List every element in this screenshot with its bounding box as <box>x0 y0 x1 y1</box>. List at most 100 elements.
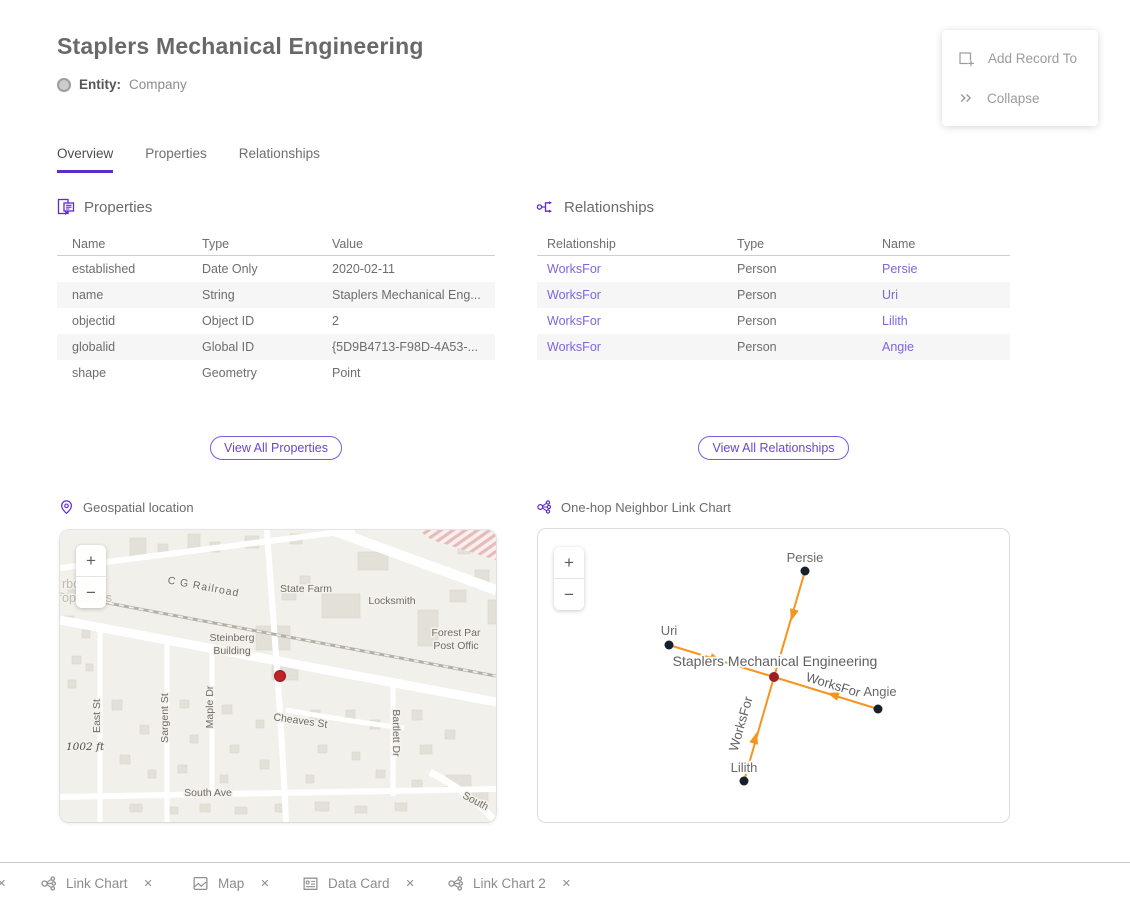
link-chart-icon <box>40 875 57 892</box>
relationship-link[interactable]: WorksFor <box>547 262 737 276</box>
data-card-page: Staplers Mechanical Engineering Entity: … <box>0 0 1130 903</box>
center-node-label: Staplers Mechanical Engineering <box>673 653 878 669</box>
cell-value: 2020-02-11 <box>332 262 495 276</box>
bottom-tab-label: Link Chart 2 <box>473 876 546 891</box>
map-pin-icon <box>59 499 74 515</box>
table-row: globalid Global ID {5D9B4713-F98D-4A53-.… <box>57 334 495 360</box>
bottom-tab-bar: ✕ Link Chart ✕ Map ✕ <box>0 862 1130 903</box>
cell-name: established <box>72 262 202 276</box>
cell-type: Person <box>737 288 882 302</box>
node-persie[interactable] <box>801 567 810 576</box>
close-icon[interactable]: ✕ <box>144 877 153 890</box>
link-chart-icon <box>536 499 552 515</box>
menu-item-add-record-to[interactable]: Add Record To <box>942 38 1098 78</box>
close-icon[interactable]: ✕ <box>562 877 571 890</box>
close-icon[interactable]: ✕ <box>406 877 415 890</box>
relationship-link[interactable]: WorksFor <box>547 288 737 302</box>
geospatial-section-header: Geospatial location <box>59 499 194 515</box>
map-label: Locksmith <box>368 595 415 607</box>
link-chart-canvas[interactable]: WorksFor WorksFor Persie Uri Angie Lilit… <box>537 528 1010 823</box>
tab-overview[interactable]: Overview <box>57 146 113 173</box>
entity-link[interactable]: Uri <box>882 288 1010 302</box>
node-angie[interactable] <box>874 705 883 714</box>
tab-relationships[interactable]: Relationships <box>239 146 320 173</box>
entity-value: Company <box>129 77 187 92</box>
view-all-relationships-button[interactable]: View All Relationships <box>698 436 848 460</box>
entity-label: Entity: <box>79 77 121 92</box>
col-header: Name <box>882 237 1010 251</box>
node-label: Persie <box>787 550 824 565</box>
table-row: WorksFor Person Persie <box>537 256 1010 282</box>
cell-name: name <box>72 288 202 302</box>
menu-item-collapse[interactable]: Collapse <box>942 78 1098 118</box>
entity-link[interactable]: Lilith <box>882 314 1010 328</box>
context-menu: Add Record To Collapse <box>942 30 1098 126</box>
relationships-graph-icon <box>536 198 555 216</box>
relationship-link[interactable]: WorksFor <box>547 314 737 328</box>
cell-type: Person <box>737 262 882 276</box>
node-uri[interactable] <box>665 641 674 650</box>
col-header: Type <box>737 237 882 251</box>
zoom-in-button[interactable]: + <box>76 545 106 576</box>
map-label: Building <box>213 645 251 657</box>
map-label: Steinberg <box>210 632 255 644</box>
map-scale-text: 1002 ft <box>66 741 105 753</box>
linkchart-section-header: One-hop Neighbor Link Chart <box>536 499 731 515</box>
cell-name: shape <box>72 366 202 380</box>
link-chart-zoom-control: + − <box>554 547 584 610</box>
map-label: South Ave <box>184 787 232 799</box>
close-icon[interactable]: ✕ <box>260 877 269 890</box>
node-label: Angie <box>863 684 896 699</box>
bottom-tab-label: Link Chart <box>66 876 128 891</box>
bottom-tab-link-chart[interactable]: Link Chart ✕ <box>40 863 153 903</box>
menu-item-label: Collapse <box>987 91 1040 106</box>
cell-type: Geometry <box>202 366 332 380</box>
cell-type: Object ID <box>202 314 332 328</box>
properties-table: Name Type Value established Date Only 20… <box>57 232 495 386</box>
table-row: name String Staplers Mechanical Eng... <box>57 282 495 308</box>
bottom-tab-link-chart-2[interactable]: Link Chart 2 ✕ <box>447 863 571 903</box>
node-lilith[interactable] <box>740 777 749 786</box>
node-label: Uri <box>661 623 678 638</box>
entity-link[interactable]: Angie <box>882 340 1010 354</box>
table-row: objectid Object ID 2 <box>57 308 495 334</box>
table-row: shape Geometry Point <box>57 360 495 386</box>
page-title: Staplers Mechanical Engineering <box>57 33 424 60</box>
cell-name: objectid <box>72 314 202 328</box>
zoom-in-button[interactable]: + <box>554 547 584 578</box>
double-chevron-right-icon <box>958 90 974 106</box>
cell-value: Staplers Mechanical Eng... <box>332 288 495 302</box>
node-center-company[interactable] <box>769 672 779 682</box>
map-canvas[interactable]: rbour opaedics C G Railroad State Farm L… <box>60 530 496 822</box>
table-row: WorksFor Person Uri <box>537 282 1010 308</box>
view-all-properties-button[interactable]: View All Properties <box>210 436 342 460</box>
properties-card-icon <box>57 198 75 216</box>
tab-properties[interactable]: Properties <box>145 146 207 173</box>
map-label: State Farm <box>280 583 332 595</box>
map-image: rbour opaedics C G Railroad State Farm L… <box>60 530 496 822</box>
linkchart-section-title: One-hop Neighbor Link Chart <box>561 500 731 515</box>
entity-link[interactable]: Persie <box>882 262 1010 276</box>
node-label: Lilith <box>731 760 758 775</box>
bottom-tab-data-card[interactable]: Data Card ✕ <box>302 863 415 903</box>
properties-section-header: Properties <box>57 198 152 216</box>
close-icon[interactable]: ✕ <box>0 863 6 903</box>
properties-table-header: Name Type Value <box>57 232 495 256</box>
zoom-out-button[interactable]: − <box>554 578 584 610</box>
map-label: Bartlett Dr <box>390 709 402 757</box>
cell-value: Point <box>332 366 495 380</box>
col-header: Value <box>332 237 495 251</box>
cell-value: {5D9B4713-F98D-4A53-... <box>332 340 495 354</box>
zoom-out-button[interactable]: − <box>76 576 106 608</box>
add-record-icon <box>958 50 975 67</box>
col-header: Name <box>72 237 202 251</box>
map-label: Post Offic <box>433 640 478 652</box>
cell-type: String <box>202 288 332 302</box>
map-label: East St <box>91 699 103 733</box>
bottom-tab-map[interactable]: Map ✕ <box>192 863 269 903</box>
relationship-link[interactable]: WorksFor <box>547 340 737 354</box>
menu-item-label: Add Record To <box>988 51 1077 66</box>
map-zoom-control: + − <box>76 545 106 608</box>
entity-type-icon <box>57 78 71 92</box>
relationships-section-title: Relationships <box>564 199 654 216</box>
